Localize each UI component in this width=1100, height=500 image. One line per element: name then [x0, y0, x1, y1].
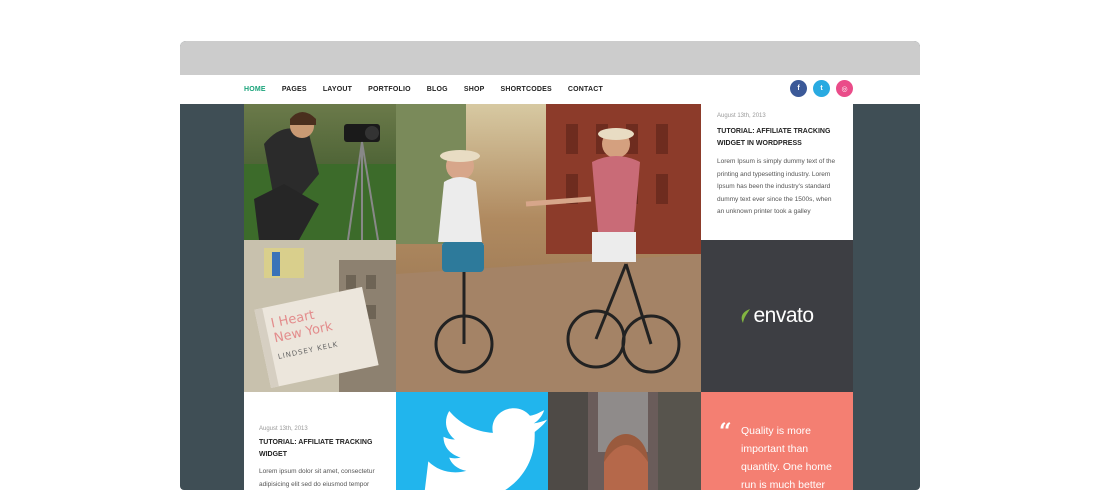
nav-item-pages[interactable]: PAGES	[282, 86, 307, 93]
envato-logo: envato	[740, 304, 814, 328]
facebook-icon[interactable]: f	[790, 80, 807, 97]
couple-cycling-image[interactable]	[396, 104, 701, 392]
dribbble-icon[interactable]: ◎	[836, 80, 853, 97]
leaf-icon	[742, 309, 751, 323]
post-card-top[interactable]: August 13th, 2013 TUTORIAL: AFFILIATE TR…	[701, 104, 853, 240]
twitter-icon[interactable]: t	[813, 80, 830, 97]
nav-item-portfolio[interactable]: PORTFOLIO	[368, 86, 411, 93]
nav-item-home[interactable]: HOME	[244, 86, 266, 93]
nav-item-contact[interactable]: CONTACT	[568, 86, 603, 93]
portfolio-grid: August 13th, 2013 TUTORIAL: AFFILIATE TR…	[244, 104, 853, 490]
twitter-bird-icon	[424, 408, 548, 490]
envato-logo-text: envato	[753, 304, 814, 327]
main-nav: HOME PAGES LAYOUT PORTFOLIO BLOG SHOP SH…	[244, 75, 619, 104]
post-date: August 13th, 2013	[717, 113, 766, 119]
book-image[interactable]: I Heart New York LINDSEY KELK	[244, 240, 396, 392]
twitter-tile[interactable]	[396, 392, 548, 490]
photographer-image[interactable]	[244, 104, 396, 240]
nav-item-shortcodes[interactable]: SHORTCODES	[500, 86, 551, 93]
nav-item-layout[interactable]: LAYOUT	[323, 86, 352, 93]
nav-item-blog[interactable]: BLOG	[427, 86, 448, 93]
forest-girl-image[interactable]	[548, 392, 701, 490]
post-card-bottom[interactable]: August 13th, 2013 TUTORIAL: AFFILIATE TR…	[244, 392, 396, 490]
quote-text: Quality is more important than quantity.…	[741, 425, 832, 490]
quote-icon: “	[719, 419, 732, 445]
browser-frame: HOME PAGES LAYOUT PORTFOLIO BLOG SHOP SH…	[180, 41, 920, 490]
post-title[interactable]: TUTORIAL: AFFILIATE TRACKING WIDGET	[259, 437, 381, 461]
envato-tile[interactable]: envato	[701, 240, 853, 392]
post-date: August 13th, 2013	[259, 426, 308, 432]
quote-tile[interactable]: “ Quality is more important than quantit…	[701, 392, 853, 490]
post-excerpt: Lorem ipsum dolor sit amet, consectetur …	[259, 468, 375, 488]
site-header: HOME PAGES LAYOUT PORTFOLIO BLOG SHOP SH…	[180, 75, 920, 104]
post-title[interactable]: TUTORIAL: AFFILIATE TRACKING WIDGET IN W…	[717, 126, 837, 150]
post-excerpt: Lorem Ipsum is simply dummy text of the …	[717, 158, 836, 215]
nav-item-shop[interactable]: SHOP	[464, 86, 485, 93]
browser-toolbar	[180, 41, 920, 75]
